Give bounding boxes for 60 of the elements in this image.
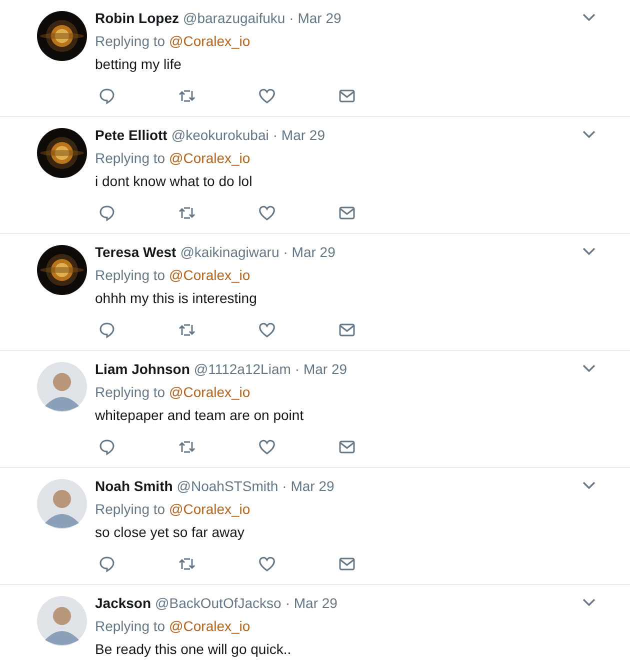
user-name[interactable]: Jackson bbox=[95, 594, 152, 612]
heart-icon[interactable] bbox=[258, 204, 276, 222]
user-name[interactable]: Noah Smith bbox=[95, 477, 173, 495]
mail-icon[interactable] bbox=[338, 321, 356, 339]
tweet-text: ohhh my this is interesting bbox=[95, 289, 258, 307]
user-handle[interactable]: @kaikinagiwaru bbox=[180, 243, 280, 261]
user-handle[interactable]: @1112a12Liam bbox=[194, 360, 291, 378]
user-handle[interactable]: @BackOutOfJackso bbox=[155, 594, 282, 612]
tweet-text: Be ready this one will go quick.. bbox=[95, 640, 292, 658]
mention-link[interactable]: @Coralex_io bbox=[169, 617, 250, 635]
chevron-down-icon[interactable] bbox=[582, 364, 596, 373]
mail-icon[interactable] bbox=[338, 87, 356, 105]
heart-icon[interactable] bbox=[258, 555, 276, 573]
replying-label: Replying to bbox=[95, 617, 166, 635]
chevron-down-icon[interactable] bbox=[582, 598, 596, 607]
user-handle[interactable]: @keokurokubai bbox=[171, 126, 269, 144]
tweet-date[interactable]: · Mar 29 bbox=[289, 9, 342, 27]
user-name[interactable]: Liam Johnson bbox=[95, 360, 190, 378]
user-handle[interactable]: @barazugaifuku bbox=[183, 9, 286, 27]
tweet-date[interactable]: · Mar 29 bbox=[294, 360, 348, 378]
avatar-silhouette-icon bbox=[37, 362, 87, 412]
replying-label: Replying to bbox=[95, 500, 166, 518]
tweet-date[interactable]: · Mar 29 bbox=[283, 243, 336, 261]
mention-link[interactable]: @Coralex_io bbox=[169, 500, 250, 518]
chevron-down-icon[interactable] bbox=[582, 481, 596, 490]
tweet-date[interactable]: · Mar 29 bbox=[282, 477, 334, 495]
mail-icon[interactable] bbox=[338, 438, 356, 456]
mention-link[interactable]: @Coralex_io bbox=[169, 149, 250, 167]
heart-icon[interactable] bbox=[258, 321, 276, 339]
tweet-date[interactable]: · Mar 29 bbox=[272, 126, 325, 144]
reply-icon[interactable] bbox=[98, 438, 116, 456]
avatar-silhouette-icon bbox=[37, 479, 87, 529]
user-name[interactable]: Pete Elliott bbox=[95, 126, 168, 144]
replying-label: Replying to bbox=[95, 266, 166, 284]
user-handle[interactable]: @NoahSTSmith bbox=[176, 477, 278, 495]
replying-label: Replying to bbox=[95, 32, 166, 50]
tweet-date[interactable]: · Mar 29 bbox=[285, 594, 338, 612]
reply-icon[interactable] bbox=[98, 555, 116, 573]
user-name[interactable]: Robin Lopez bbox=[95, 9, 179, 27]
reply-icon[interactable] bbox=[98, 204, 116, 222]
chevron-down-icon[interactable] bbox=[582, 130, 596, 139]
mail-icon[interactable] bbox=[338, 204, 356, 222]
mention-link[interactable]: @Coralex_io bbox=[169, 266, 250, 284]
user-name[interactable]: Teresa West bbox=[95, 243, 176, 261]
heart-icon[interactable] bbox=[258, 438, 276, 456]
tweet-text: so close yet so far away bbox=[95, 523, 246, 541]
avatar-silhouette-icon bbox=[37, 596, 87, 646]
reply-icon[interactable] bbox=[98, 321, 116, 339]
tweet-text: betting my life bbox=[95, 55, 182, 73]
mention-link[interactable]: @Coralex_io bbox=[169, 383, 250, 401]
heart-icon[interactable] bbox=[258, 87, 276, 105]
tweet-text: whitepaper and team are on point bbox=[95, 406, 305, 424]
replying-label: Replying to bbox=[95, 383, 166, 401]
replying-label: Replying to bbox=[95, 149, 166, 167]
tweet-text: i dont know what to do lol bbox=[95, 172, 254, 190]
reply-icon[interactable] bbox=[98, 87, 116, 105]
chevron-down-icon[interactable] bbox=[582, 247, 596, 256]
mention-link[interactable]: @Coralex_io bbox=[169, 32, 250, 50]
chevron-down-icon[interactable] bbox=[582, 13, 596, 22]
mail-icon[interactable] bbox=[338, 555, 356, 573]
